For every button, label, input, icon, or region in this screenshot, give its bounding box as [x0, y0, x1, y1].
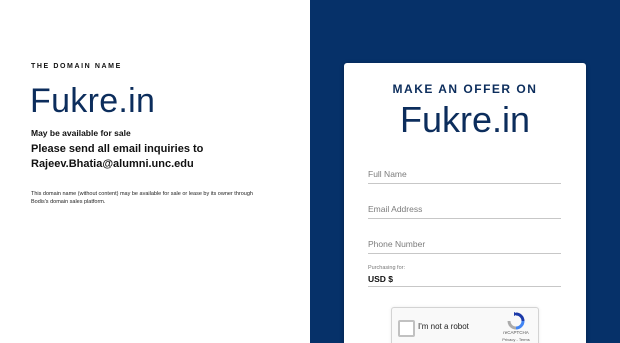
full-name-input[interactable]: Full Name [368, 165, 561, 184]
eyebrow-label: THE DOMAIN NAME [31, 63, 122, 70]
inquiries-line: Please send all email inquiries to [31, 143, 204, 155]
recaptcha-checkbox[interactable] [398, 320, 415, 337]
left-panel: THE DOMAIN NAME Fukre.in May be availabl… [0, 0, 310, 343]
contact-email: Rajeev.Bhatia@alumni.unc.edu [31, 158, 194, 170]
recaptcha-widget: I'm not a robot reCAPTCHA Privacy - Term… [391, 307, 539, 343]
purchasing-label: Purchasing for: [368, 265, 405, 271]
currency-value: USD $ [368, 274, 394, 284]
phone-placeholder: Phone Number [368, 239, 426, 249]
offer-card: MAKE AN OFFER ON Fukre.in Full Name Emai… [344, 63, 586, 343]
recaptcha-brand: reCAPTCHA [503, 330, 529, 335]
phone-input[interactable]: Phone Number [368, 235, 561, 254]
page: THE DOMAIN NAME Fukre.in May be availabl… [0, 0, 620, 343]
offer-domain: Fukre.in [399, 99, 531, 140]
domain-title: Fukre.in [30, 82, 156, 120]
recaptcha-terms[interactable]: Privacy - Terms [496, 337, 536, 342]
email-input[interactable]: Email Address [368, 200, 561, 219]
currency-select[interactable]: Purchasing for: USD $ [368, 265, 561, 287]
recaptcha-logo-icon [507, 312, 525, 330]
offer-heading: MAKE AN OFFER ON [392, 82, 538, 96]
disclaimer-text: This domain name (without content) may b… [31, 191, 253, 205]
full-name-placeholder: Full Name [368, 169, 407, 179]
recaptcha-label: I'm not a robot [418, 322, 469, 331]
email-placeholder: Email Address [368, 204, 423, 214]
availability-text: May be available for sale [31, 128, 131, 138]
inquiries-text: Please send all email inquiries to Rajee… [31, 142, 281, 172]
